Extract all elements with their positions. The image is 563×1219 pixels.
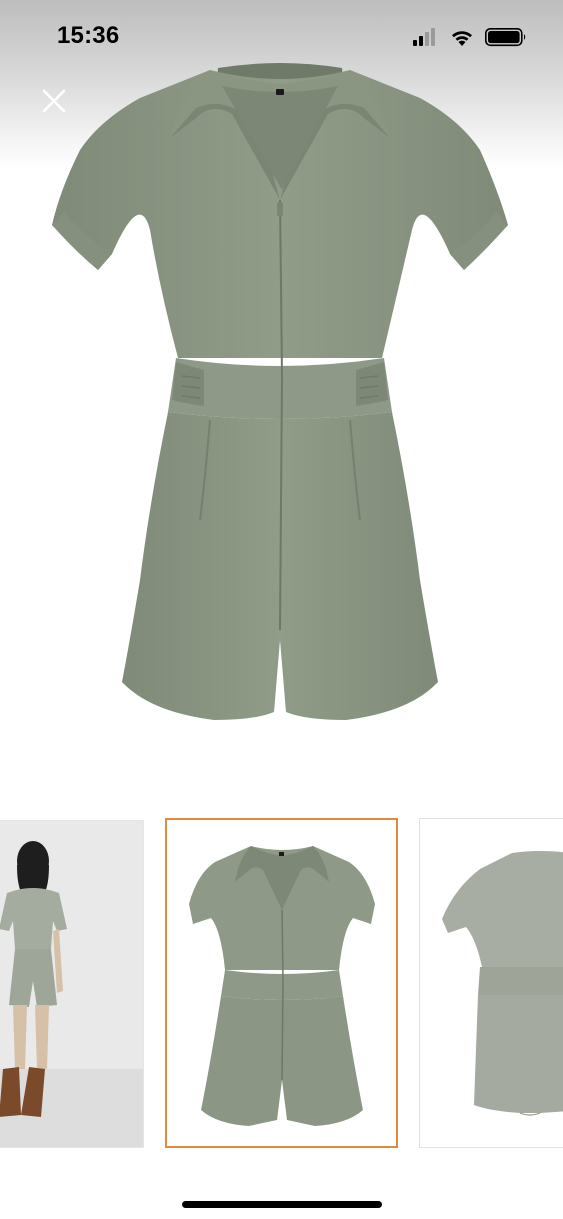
thumbnail-strip xyxy=(0,818,563,1150)
status-bar: 15:36 xyxy=(0,0,563,76)
thumbnail-front-view-selected[interactable] xyxy=(165,818,398,1148)
home-indicator[interactable] xyxy=(182,1201,382,1208)
status-icons xyxy=(413,27,527,47)
status-time: 15:36 xyxy=(57,22,120,49)
cellular-signal-icon xyxy=(413,28,435,46)
close-icon xyxy=(42,89,66,113)
wifi-icon xyxy=(452,31,472,46)
thumbnail-back-view[interactable] xyxy=(419,818,563,1148)
thumbnail-model-back[interactable] xyxy=(0,820,144,1148)
main-product-image xyxy=(0,40,563,760)
close-button[interactable] xyxy=(36,83,72,119)
battery-icon xyxy=(485,28,526,47)
